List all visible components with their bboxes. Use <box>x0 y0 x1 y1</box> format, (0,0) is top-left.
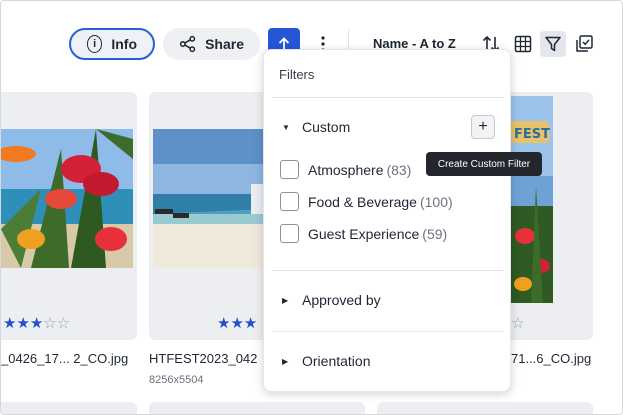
checkbox[interactable] <box>280 224 299 243</box>
beach-image <box>153 129 265 268</box>
asset-filename: 71...6_CO.jpg <box>511 351 592 366</box>
caret-right-icon: ▶ <box>282 356 289 366</box>
filter-option-guest-experience[interactable]: Guest Experience (59) <box>280 224 447 243</box>
option-count: (59) <box>422 225 448 242</box>
section-label: Orientation <box>302 353 371 369</box>
info-button[interactable]: i Info <box>69 28 155 60</box>
checkbox[interactable] <box>280 192 299 211</box>
filter-option-atmosphere[interactable]: Atmosphere (83) <box>280 160 411 179</box>
plus-icon: + <box>478 118 488 135</box>
section-label: Custom <box>302 119 351 135</box>
filter-button[interactable] <box>540 31 566 57</box>
option-label: Food & Beverage <box>308 193 417 210</box>
asset-dimensions: 8256x5504 <box>149 374 204 386</box>
asset-filename: HTFEST2023_042 <box>149 351 258 366</box>
filter-section-custom[interactable]: ▼ Custom <box>282 119 350 135</box>
checkbox[interactable] <box>280 160 299 179</box>
create-custom-filter-button[interactable]: + <box>471 115 495 139</box>
option-count: (83) <box>386 161 412 178</box>
multi-select-button[interactable] <box>571 31 597 57</box>
divider <box>272 331 504 332</box>
info-circle-icon: i <box>87 35 103 53</box>
option-count: (100) <box>419 193 453 210</box>
filter-option-food-beverage[interactable]: Food & Beverage (100) <box>280 192 453 211</box>
asset-filename: _0426_17... 2_CO.jpg <box>1 351 129 366</box>
tropical-flowers-image <box>1 129 133 268</box>
create-custom-filter-tooltip: Create Custom Filter <box>426 152 542 176</box>
option-label: Atmosphere <box>308 161 384 178</box>
share-label: Share <box>205 36 244 52</box>
grid-icon <box>514 35 532 53</box>
asset-thumbnail[interactable] <box>1 129 133 268</box>
caret-right-icon: ▶ <box>282 295 289 305</box>
star-rating[interactable]: ★★★ <box>217 314 257 332</box>
app-window: i Info Share Name - A to Z ★★★☆☆ _0426_1… <box>0 0 623 415</box>
multi-select-icon <box>576 35 593 52</box>
asset-card[interactable] <box>377 402 593 414</box>
star-rating[interactable]: ☆ <box>511 314 524 332</box>
filter-icon <box>545 36 561 52</box>
svg-text:FEST: FEST <box>514 127 550 142</box>
asset-card[interactable] <box>149 402 365 414</box>
share-button[interactable]: Share <box>163 28 260 60</box>
filters-panel: Filters ▼ Custom + Atmosphere (83) Food … <box>263 49 511 392</box>
festival-flowers-image: FEST <box>511 96 553 303</box>
section-label: Approved by <box>302 292 381 308</box>
divider <box>272 270 504 271</box>
info-label: Info <box>111 36 137 52</box>
divider <box>272 97 504 98</box>
caret-down-icon: ▼ <box>282 122 290 132</box>
star-rating[interactable]: ★★★☆☆ <box>3 314 70 332</box>
share-icon <box>179 35 196 53</box>
asset-thumbnail[interactable]: FEST <box>511 96 553 303</box>
filter-section-approved-by[interactable]: ▶ Approved by <box>282 292 381 308</box>
filter-section-orientation[interactable]: ▶ Orientation <box>282 353 370 369</box>
filters-title: Filters <box>279 67 315 82</box>
option-label: Guest Experience <box>308 225 420 242</box>
asset-card[interactable] <box>1 402 137 414</box>
grid-view-button[interactable] <box>510 31 536 57</box>
asset-thumbnail[interactable] <box>153 129 265 268</box>
